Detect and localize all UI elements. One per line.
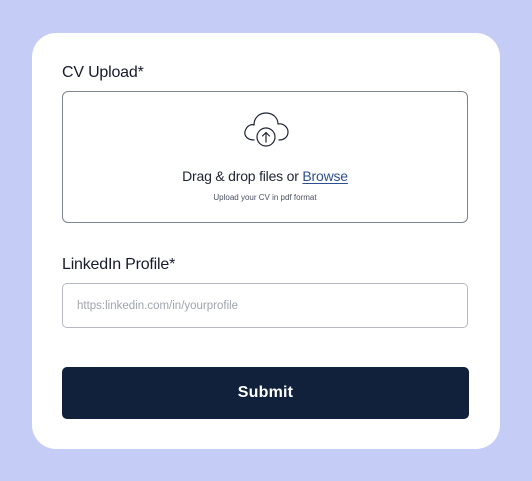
cloud-upload-icon [244, 112, 289, 147]
dropzone-instructions: Drag & drop files or Browse [63, 168, 467, 184]
submit-button[interactable]: Submit [62, 367, 469, 419]
cv-dropzone[interactable]: Drag & drop files or Browse Upload your … [62, 91, 468, 223]
browse-link[interactable]: Browse [302, 168, 348, 184]
dropzone-hint: Upload your CV in pdf format [213, 193, 317, 202]
dropzone-text: Drag & drop files or [182, 168, 303, 184]
linkedin-input[interactable] [62, 283, 468, 328]
linkedin-label: LinkedIn Profile* [62, 256, 176, 273]
cv-upload-label: CV Upload* [62, 64, 144, 81]
cv-upload-form: CV Upload* Drag & drop files or Browse U… [32, 33, 500, 449]
